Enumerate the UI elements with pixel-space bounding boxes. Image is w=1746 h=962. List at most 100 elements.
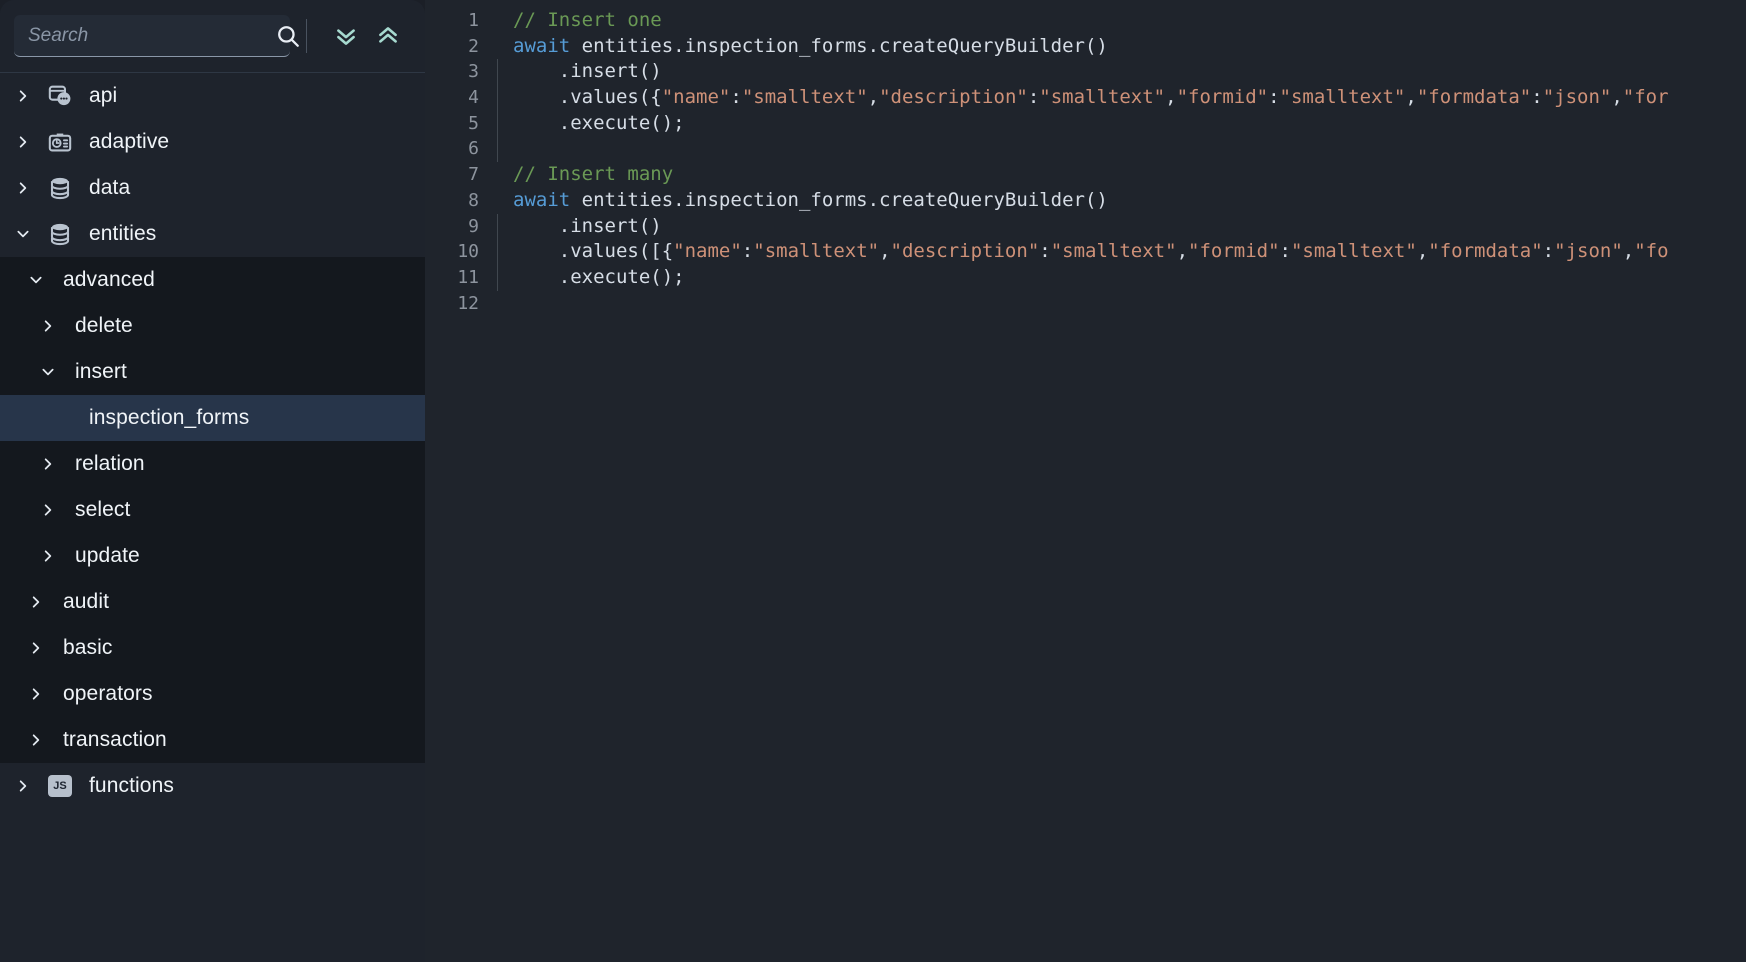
line-number: 6: [468, 138, 479, 160]
chevron-right-icon[interactable]: [23, 687, 49, 701]
chevron-right-icon[interactable]: [35, 457, 61, 471]
code-line-text[interactable]: .insert(): [497, 59, 1746, 85]
code-line[interactable]: 5 .execute();: [425, 110, 1746, 137]
token-plain: :: [1279, 240, 1291, 263]
token-comment: // Insert one: [513, 9, 662, 31]
chevron-down-icon[interactable]: [10, 227, 36, 241]
code-line-text[interactable]: .execute();: [497, 110, 1746, 137]
chevron-right-icon[interactable]: [35, 319, 61, 333]
chevron-right-icon[interactable]: [10, 779, 36, 793]
code-content[interactable]: 1 // Insert one 2 await entities.inspection…: [425, 0, 1746, 962]
code-line-text[interactable]: [497, 291, 1746, 317]
tree-item-audit[interactable]: audit: [0, 579, 425, 625]
line-number: 3: [468, 61, 479, 83]
tree-item-transaction[interactable]: transaction: [0, 717, 425, 763]
token-string: "smalltext": [753, 240, 880, 263]
tree-item-adaptive[interactable]: adaptive: [0, 119, 425, 165]
code-line-text[interactable]: // Insert one: [497, 8, 1746, 34]
database-icon: [45, 219, 75, 249]
token-plain: entities.inspection_forms.createQueryBui…: [570, 34, 1108, 57]
code-line[interactable]: 12: [425, 291, 1746, 317]
tree-group: advanced delete insert inspection_formsrela…: [0, 257, 425, 763]
code-line[interactable]: 7 // Insert many: [425, 162, 1746, 188]
chevron-right-icon[interactable]: [10, 181, 36, 195]
code-line-text[interactable]: await entities.inspection_forms.createQu…: [497, 34, 1746, 60]
tree-item-api[interactable]: api: [0, 73, 425, 119]
code-line-text[interactable]: .values({"name":"smalltext","description…: [497, 85, 1746, 111]
api-icon: [45, 81, 75, 111]
code-line[interactable]: 8 await entities.inspection_forms.createQ…: [425, 188, 1746, 214]
token-plain: entities.inspection_forms.createQueryBui…: [570, 188, 1108, 211]
line-number: 2: [468, 35, 479, 57]
code-line-text[interactable]: await entities.inspection_forms.createQu…: [497, 188, 1746, 214]
code-line[interactable]: 3 .insert(): [425, 59, 1746, 85]
token-string: "formid": [1176, 86, 1269, 109]
chevron-right-icon[interactable]: [23, 733, 49, 747]
tree-item-label: operators: [63, 682, 153, 705]
chevron-down-icon[interactable]: [23, 273, 49, 287]
tree-item-relation[interactable]: relation: [0, 441, 425, 487]
token-plain: :: [1531, 86, 1543, 109]
token-string: "name": [661, 86, 731, 109]
token-string: "smalltext": [1039, 86, 1166, 109]
database-icon: [45, 173, 75, 203]
search-box[interactable]: [14, 15, 299, 57]
token-plain: ,: [1405, 86, 1417, 109]
code-line-text[interactable]: .insert(): [497, 213, 1746, 240]
chevron-right-icon[interactable]: [35, 503, 61, 517]
chevron-right-icon[interactable]: [10, 89, 36, 103]
code-line-text[interactable]: // Insert many: [497, 162, 1746, 188]
tree-item-basic[interactable]: basic: [0, 625, 425, 671]
chevron-right-icon[interactable]: [23, 595, 49, 609]
tree-item-label: transaction: [63, 728, 167, 751]
code-line-text[interactable]: [497, 136, 1746, 162]
token-string: "smalltext": [741, 86, 868, 109]
token-plain: .insert(): [513, 214, 662, 237]
token-comment: // Insert many: [513, 163, 674, 186]
tree-item-label: api: [89, 84, 118, 107]
tree-item-label: basic: [63, 636, 113, 659]
tree-item-select[interactable]: select: [0, 487, 425, 533]
token-plain: .insert(): [513, 60, 662, 83]
line-number: 11: [457, 266, 479, 288]
tree-item-advanced[interactable]: advanced: [0, 257, 425, 303]
code-line[interactable]: 9 .insert(): [425, 213, 1746, 240]
code-line[interactable]: 4 .values({"name":"smalltext","descripti…: [425, 85, 1746, 111]
code-line-text[interactable]: .values([{"name":"smalltext","descriptio…: [497, 239, 1746, 265]
token-plain: :: [1268, 86, 1280, 109]
collapse-all-button[interactable]: [367, 15, 409, 57]
chevron-right-icon[interactable]: [10, 135, 36, 149]
tree-item-entities[interactable]: entities: [0, 211, 425, 257]
tree-item-insert[interactable]: insert: [0, 349, 425, 395]
code-line[interactable]: 10 .values([{"name":"smalltext","descrip…: [425, 239, 1746, 265]
token-plain: ,: [1622, 240, 1635, 263]
tree-item-inspection-forms[interactable]: inspection_forms: [0, 395, 425, 441]
chevron-right-icon[interactable]: [23, 641, 49, 655]
token-keyword: await: [513, 188, 571, 211]
app-root: api adaptive data entities advanced delete ins…: [0, 0, 1746, 962]
tree-item-operators[interactable]: operators: [0, 671, 425, 717]
code-editor[interactable]: 1 // Insert one 2 await entities.inspection…: [425, 0, 1746, 962]
line-number: 4: [468, 87, 479, 109]
code-line[interactable]: 11 .execute();: [425, 264, 1746, 291]
token-string: "formid": [1188, 240, 1280, 263]
line-number: 12: [457, 292, 479, 314]
expand-all-button[interactable]: [325, 15, 367, 57]
code-line[interactable]: 6: [425, 136, 1746, 162]
chevron-right-icon[interactable]: [35, 549, 61, 563]
token-plain: :: [741, 240, 754, 263]
token-plain: ,: [867, 86, 880, 109]
token-plain: :: [1542, 240, 1555, 263]
code-line[interactable]: 1 // Insert one: [425, 8, 1746, 34]
tree-item-delete[interactable]: delete: [0, 303, 425, 349]
code-line-text[interactable]: .execute();: [497, 264, 1746, 291]
tree-item-update[interactable]: update: [0, 533, 425, 579]
search-input[interactable]: [28, 24, 275, 47]
code-line[interactable]: 2 await entities.inspection_forms.createQ…: [425, 34, 1746, 60]
tree-item-label: inspection_forms: [89, 406, 250, 429]
search-icon[interactable]: [275, 23, 301, 49]
token-string: "smalltext": [1050, 240, 1177, 263]
tree-item-functions[interactable]: JS functions: [0, 763, 425, 809]
chevron-down-icon[interactable]: [35, 365, 61, 379]
tree-item-data[interactable]: data: [0, 165, 425, 211]
